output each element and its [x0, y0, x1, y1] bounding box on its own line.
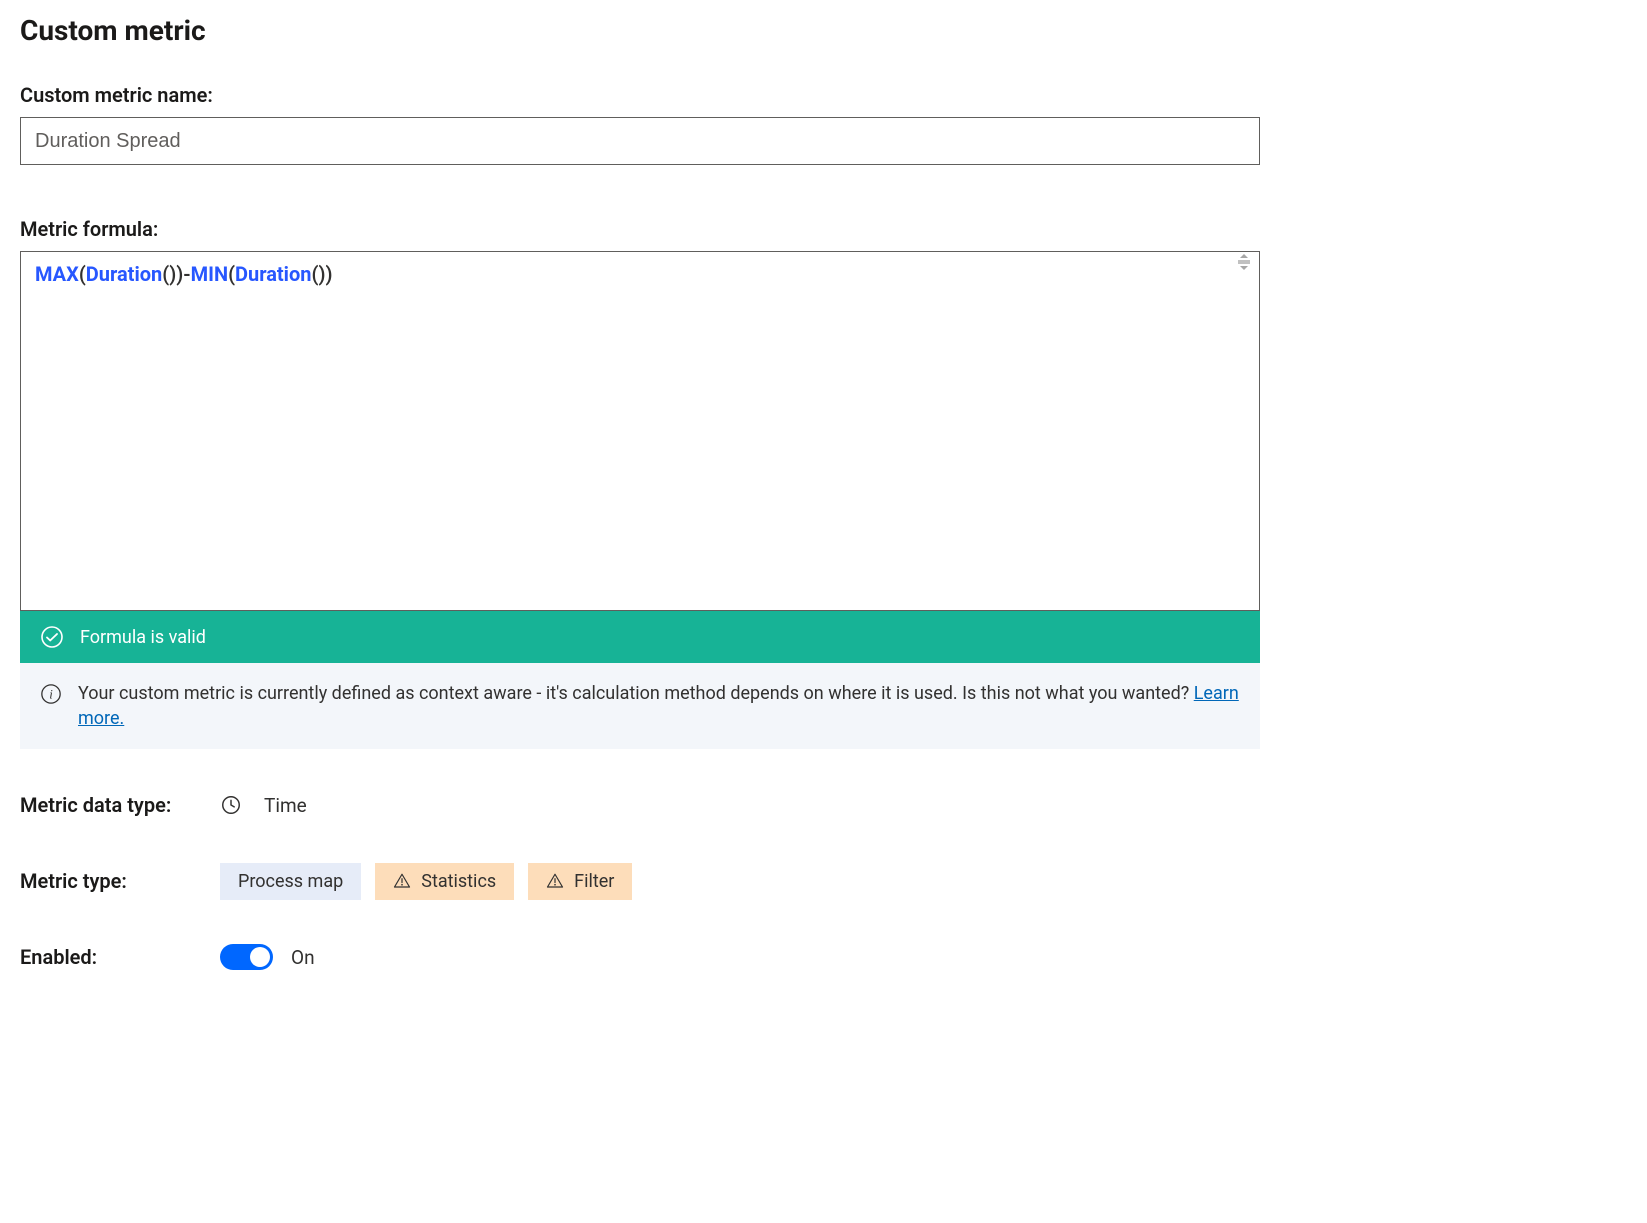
- formula-token-kw: Duration: [235, 262, 311, 286]
- validation-message: Formula is valid: [80, 627, 206, 648]
- metric-formula-editor[interactable]: MAX(Duration())-MIN(Duration()): [20, 251, 1260, 611]
- formula-token-punc: (: [79, 262, 86, 286]
- formula-token-punc: ()): [162, 262, 183, 286]
- metric-type-chip-label: Process map: [238, 871, 343, 892]
- resize-handle-icon[interactable]: [1237, 254, 1257, 270]
- warning-icon: [393, 872, 411, 890]
- toggle-knob: [250, 947, 270, 967]
- formula-token-punc: (: [228, 262, 235, 286]
- formula-token-kw: Duration: [86, 262, 162, 286]
- formula-token-fn: MIN: [191, 262, 228, 286]
- info-message: Your custom metric is currently defined …: [78, 683, 1189, 704]
- context-aware-info-banner: i Your custom metric is currently define…: [20, 663, 1260, 749]
- metric-formula-label: Metric formula:: [20, 217, 1260, 241]
- formula-token-op: -: [183, 262, 190, 286]
- clock-icon: [220, 794, 242, 816]
- enabled-label: Enabled:: [20, 945, 220, 969]
- data-type-label: Metric data type:: [20, 793, 220, 817]
- enabled-state-label: On: [291, 946, 315, 969]
- warning-icon: [546, 872, 564, 890]
- metric-type-chip[interactable]: Process map: [220, 863, 361, 900]
- info-icon: i: [40, 683, 62, 705]
- metric-name-input[interactable]: [20, 117, 1260, 165]
- formula-token-punc: ()): [311, 262, 332, 286]
- data-type-value: Time: [264, 794, 307, 817]
- checkmark-icon: [40, 625, 64, 649]
- metric-type-chip-label: Filter: [574, 871, 614, 892]
- validation-banner: Formula is valid: [20, 611, 1260, 663]
- metric-type-chip-label: Statistics: [421, 871, 496, 892]
- metric-type-label: Metric type:: [20, 869, 220, 893]
- svg-text:i: i: [49, 688, 53, 702]
- enabled-toggle[interactable]: [220, 944, 273, 970]
- metric-name-label: Custom metric name:: [20, 83, 1260, 107]
- formula-token-fn: MAX: [35, 262, 79, 286]
- metric-type-chip[interactable]: Filter: [528, 863, 632, 900]
- page-title: Custom metric: [20, 14, 1260, 47]
- metric-type-chip[interactable]: Statistics: [375, 863, 514, 900]
